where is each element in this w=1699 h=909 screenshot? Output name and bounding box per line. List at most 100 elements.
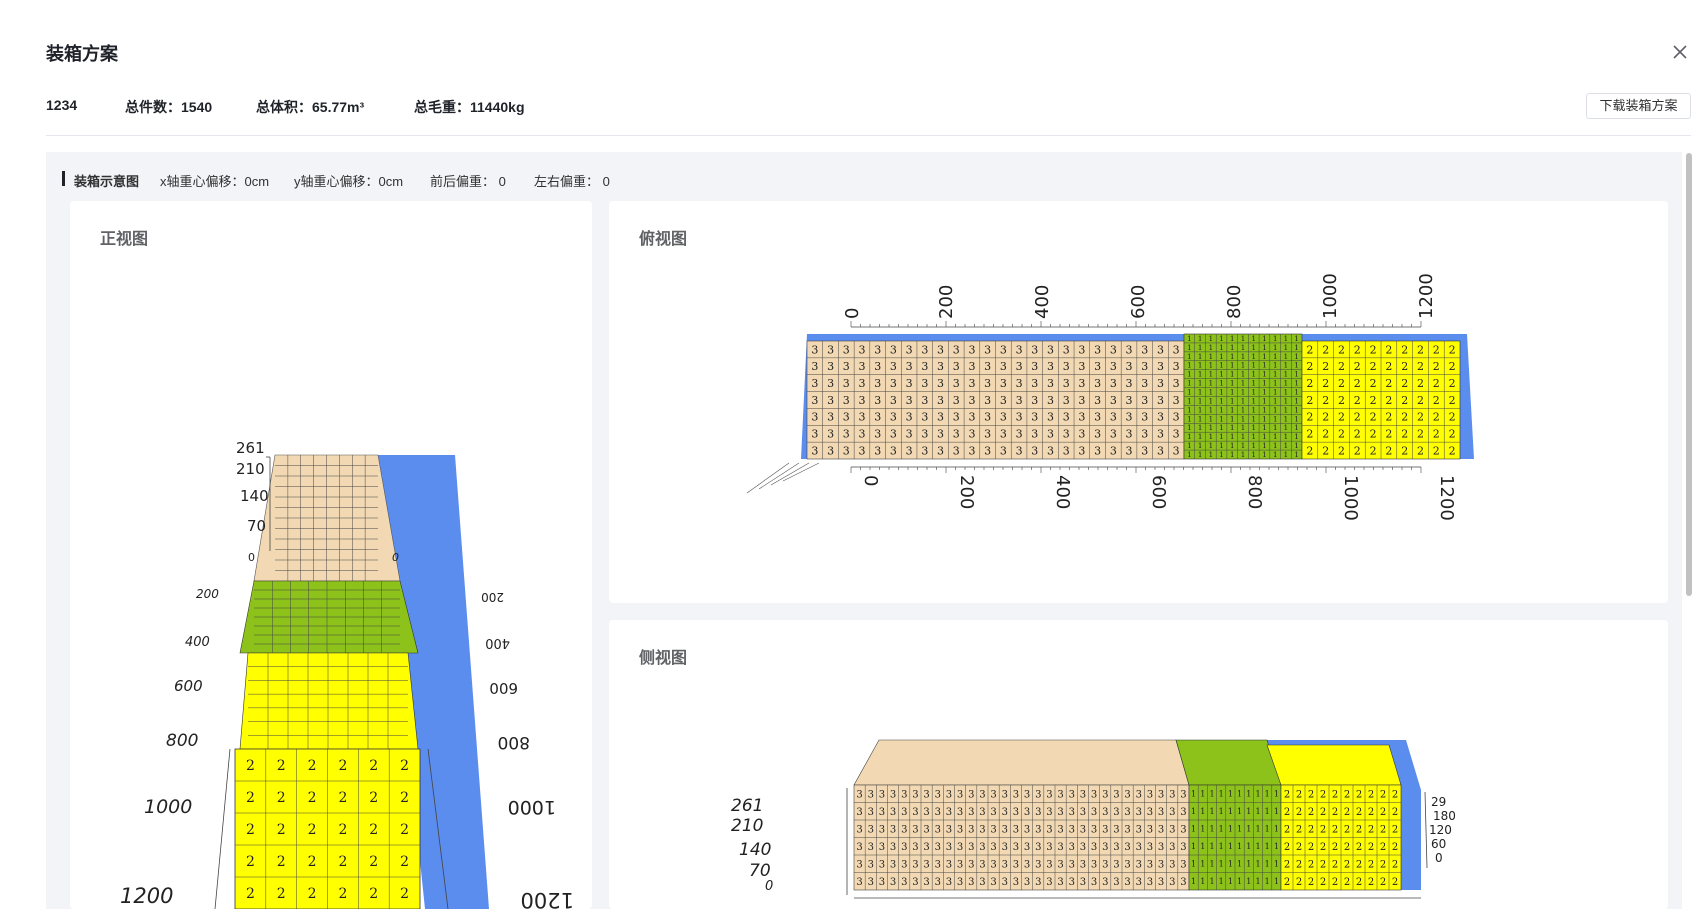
side-2-cell-label: 2 (1380, 807, 1386, 818)
side-w-tick-29: 29 (1431, 795, 1446, 809)
side-3-cell-label: 3 (979, 859, 985, 870)
front-h-tick-70: 70 (247, 517, 266, 535)
top-3-cell-label: 3 (937, 394, 944, 407)
top-1-cell-label: 1 (1219, 380, 1223, 388)
side-3-cell-label: 3 (868, 789, 874, 800)
top-1-cell-label: 1 (1209, 362, 1213, 370)
top-3-cell-label: 3 (984, 377, 991, 390)
top-3-cell-label: 3 (1157, 377, 1164, 390)
top-3-cell-label: 3 (811, 343, 818, 356)
top-3-cell-label: 3 (953, 360, 960, 373)
top-3-cell-label: 3 (937, 444, 944, 457)
top-2-cell-label: 2 (1417, 377, 1424, 390)
top-2-cell-label: 2 (1417, 360, 1424, 373)
side-3-cell-label: 3 (946, 789, 952, 800)
top-3-cell-label: 3 (968, 343, 975, 356)
side-3-cell-label: 3 (1080, 877, 1086, 888)
side-3-cell-label: 3 (990, 789, 996, 800)
side-2-cell-label: 2 (1344, 859, 1350, 870)
top-3-cell-label: 3 (1126, 343, 1133, 356)
side-2-cell-label: 2 (1344, 789, 1350, 800)
side-3-cell-label: 3 (1069, 789, 1075, 800)
top-3-cell-label: 3 (906, 377, 913, 390)
side-3-cell-label: 3 (1013, 789, 1019, 800)
side-1-cell-label: 1 (1274, 825, 1279, 834)
top-3-cell-label: 3 (1063, 360, 1070, 373)
top-3-cell-label: 3 (921, 411, 928, 424)
side-3-cell-label: 3 (1180, 859, 1186, 870)
top-2-cell-label: 2 (1354, 444, 1361, 457)
top-1-cell-label: 1 (1284, 424, 1288, 432)
top-2-cell-label: 2 (1401, 444, 1408, 457)
top-3-cell-label: 3 (1078, 428, 1085, 441)
top-1-cell-label: 1 (1294, 424, 1298, 432)
side-3-cell-label: 3 (979, 842, 985, 853)
side-1-cell-label: 1 (1200, 807, 1205, 816)
top-3-cell-label: 3 (1016, 360, 1023, 373)
top-1-cell-label: 1 (1262, 397, 1266, 405)
top-2-cell-label: 2 (1385, 377, 1392, 390)
side-2-cell-label: 2 (1344, 807, 1350, 818)
side-3-cell-label: 3 (957, 824, 963, 835)
side-1-cell-label: 1 (1209, 825, 1214, 834)
side-3-cell-label: 3 (1124, 789, 1130, 800)
top-2-cell-label: 2 (1433, 411, 1440, 424)
top-3-cell-label: 3 (874, 360, 881, 373)
front-h-tick-140: 140 (240, 487, 269, 505)
top-1-cell-label: 1 (1251, 371, 1255, 379)
side-2-cell-label: 2 (1356, 807, 1362, 818)
top-3-cell-label: 3 (1031, 411, 1038, 424)
top-3-cell-label: 3 (858, 360, 865, 373)
side-2-cell-label: 2 (1308, 842, 1314, 853)
side-3-cell-label: 3 (1024, 842, 1030, 853)
side-3-cell-label: 3 (1035, 824, 1041, 835)
top-1-cell-label: 1 (1219, 397, 1223, 405)
top-1-cell-label: 1 (1209, 415, 1213, 423)
top-1-cell-label: 1 (1198, 371, 1202, 379)
front-2-cell-label: 2 (338, 886, 347, 902)
side-1-cell-label: 1 (1237, 877, 1242, 886)
top-3-cell-label: 3 (1016, 377, 1023, 390)
top-2-cell-label: 2 (1417, 444, 1424, 457)
top-2-cell-label: 2 (1338, 428, 1345, 441)
top-3-cell-label: 3 (1016, 394, 1023, 407)
top-1-cell-label: 1 (1219, 335, 1223, 343)
side-3-cell-label: 3 (1113, 807, 1119, 818)
side-1-cell-label: 1 (1255, 860, 1260, 869)
top-1-cell-label: 1 (1241, 406, 1245, 414)
side-2-cell-label: 2 (1356, 789, 1362, 800)
front-2-cell-label: 2 (277, 822, 286, 838)
total-volume: 总体积：65.77m³ (256, 99, 365, 115)
top-1-cell-label: 1 (1198, 424, 1202, 432)
side-1-cell-label: 1 (1200, 877, 1205, 886)
side-3-cell-label: 3 (868, 824, 874, 835)
top-2-cell-label: 2 (1338, 377, 1345, 390)
download-plan-button[interactable]: 下载装箱方案 (1586, 93, 1691, 119)
top-3-cell-label: 3 (890, 343, 897, 356)
side-3-cell-label: 3 (968, 789, 974, 800)
top-2-cell-label: 2 (1449, 411, 1456, 424)
front-h-tick-210: 210 (236, 460, 265, 478)
top-2-cell-label: 2 (1354, 377, 1361, 390)
top-2-cell-label: 2 (1385, 394, 1392, 407)
side-2-cell-label: 2 (1380, 877, 1386, 888)
side-1-cell-label: 1 (1246, 825, 1251, 834)
top-1-cell-label: 1 (1187, 433, 1191, 441)
side-3-cell-label: 3 (856, 877, 862, 888)
scrollbar-thumb[interactable] (1686, 153, 1692, 596)
top-3-cell-label: 3 (890, 428, 897, 441)
side-3-cell-label: 3 (1136, 859, 1142, 870)
side-3-cell-label: 3 (901, 877, 907, 888)
front-l-tick-600: 600 (174, 677, 203, 695)
side-3-cell-label: 3 (1035, 842, 1041, 853)
side-3-cell-label: 3 (1124, 824, 1130, 835)
top-1-cell-label: 1 (1209, 406, 1213, 414)
top-3-cell-label: 3 (1110, 343, 1117, 356)
front-2-cell-label: 2 (338, 758, 347, 774)
close-icon[interactable] (1670, 42, 1690, 62)
top-1-cell-label: 1 (1230, 433, 1234, 441)
top-1-cell-label: 1 (1219, 353, 1223, 361)
top-3-cell-label: 3 (984, 360, 991, 373)
top-1-cell-label: 1 (1262, 380, 1266, 388)
top-1-cell-label: 1 (1251, 433, 1255, 441)
